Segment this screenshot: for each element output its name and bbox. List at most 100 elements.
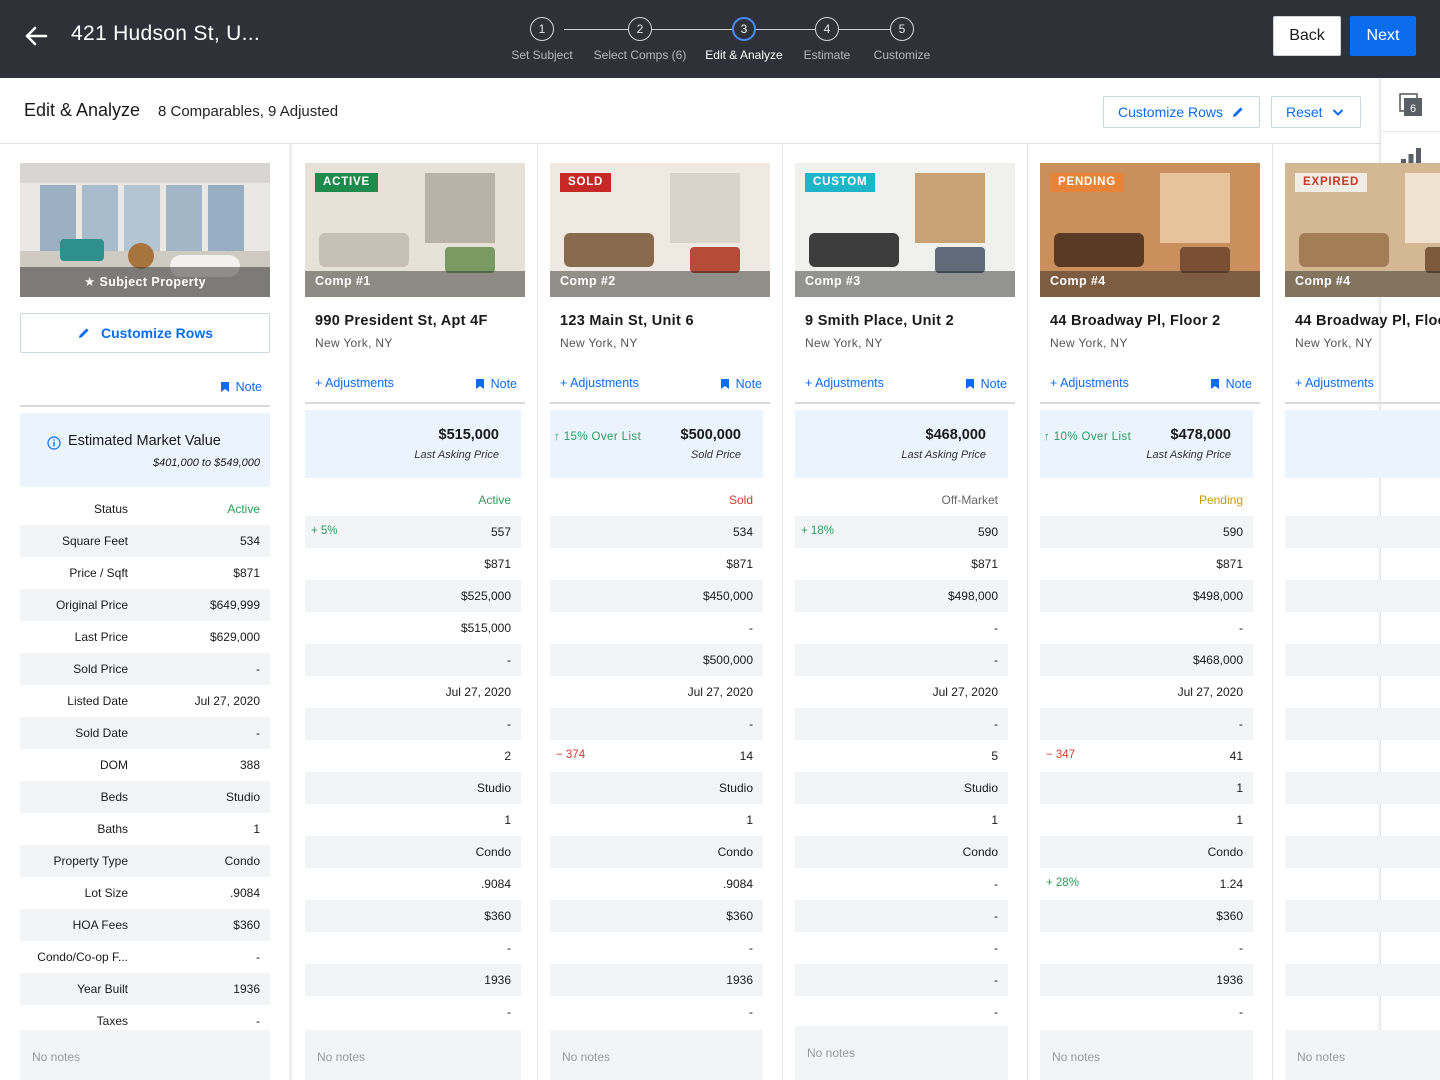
table-row: Off-Market [795,484,1008,516]
adjustment-value[interactable]: + 18% [801,525,834,537]
back-arrow-icon[interactable] [22,22,50,50]
comp-address: 9 Smith Place, Unit 2 [805,313,954,329]
page-header: Edit & Analyze 8 Comparables, 9 Adjusted… [0,78,1380,144]
info-icon[interactable] [47,436,61,450]
note-button[interactable]: Note [720,377,762,391]
customize-rows-button[interactable]: Customize Rows [1103,96,1261,128]
table-row: $360 [1040,900,1253,932]
table-row: - [1040,708,1253,740]
table-row: $871 [795,548,1008,580]
note-button[interactable]: Note [475,377,517,391]
comp-address: 123 Main St, Unit 6 [560,313,694,329]
table-row: - [550,996,763,1028]
cell-value: - [994,717,998,731]
table-row: - [795,868,1008,900]
progress-stepper: 1 Set Subject 2 Select Comps (6) 3 Edit … [500,17,940,67]
adjustments-button[interactable]: + Adjustments [1295,376,1374,390]
table-row: HOA Fees $360 [20,909,270,941]
comp-column: EXPIRED Comp #4 44 Broadway Pl, Floor 2 … [1285,163,1440,1028]
back-button[interactable]: Back [1273,16,1341,56]
note-button[interactable]: Note [965,377,1007,391]
table-row: Jul 27, 2020 [305,676,521,708]
row-label: Listed Date [67,694,128,708]
cell-value: $500,000 [702,653,753,667]
table-row: Sold Date - [20,717,270,749]
adjustments-button[interactable]: + Adjustments [1050,376,1129,390]
comp-city: New York, NY [1050,336,1128,350]
row-label: Square Feet [61,534,128,548]
pencil-icon [1233,107,1243,117]
subject-column: ★ Subject Property Customize Rows Note E… [20,163,270,1037]
cell-value: 590 [1222,525,1243,539]
table-row: $450,000 [550,580,763,612]
note-button[interactable]: Note [220,380,262,394]
table-row: .9084 [550,868,763,900]
cell-value: - [507,1005,511,1019]
note-icon [475,379,484,389]
reset-dropdown[interactable]: Reset [1271,96,1361,128]
cell-value: $871 [484,557,511,571]
cell-value: 41 [1229,749,1243,763]
table-row: Condo [795,836,1008,868]
table-row: $525,000 [305,580,521,612]
table-row: Beds Studio [20,781,270,813]
adjustments-button[interactable]: + Adjustments [805,376,884,390]
cell-value: - [256,662,260,676]
table-row: Square Feet 534 [20,525,270,557]
comp-price: $478,000 [1170,427,1231,443]
table-row: + 5% 557 [305,516,521,548]
comp-notes: No notes [305,1030,521,1080]
step-set-subject[interactable]: 1 Set Subject [492,17,592,62]
cell-value: - [994,973,998,987]
row-label: HOA Fees [72,918,128,932]
step-select-comps[interactable]: 2 Select Comps (6) [590,17,690,62]
table-row: 1936 [1040,964,1253,996]
table-row: - [305,708,521,740]
cell-value: 1936 [726,973,753,987]
table-row: Year Built 1936 [20,973,270,1005]
customize-rows-button-subject[interactable]: Customize Rows [20,313,270,353]
comp-photo-caption: Comp #3 [805,274,861,288]
comps-panel-toggle[interactable]: 6 [1381,78,1440,132]
comp-photo[interactable]: EXPIRED Comp #4 [1285,163,1440,297]
comp-notes: No notes [1040,1030,1253,1080]
note-button[interactable]: Note [1210,377,1252,391]
table-row: Pending [1040,484,1253,516]
comp-photo[interactable]: CUSTOM Comp #3 [795,163,1015,297]
table-row: Jul 27, 2020 [795,676,1008,708]
comp-price: $515,000 [438,427,499,443]
cell-value: $498,000 [1192,589,1243,603]
comp-address: 44 Broadway Pl, Floor 2 [1050,313,1221,329]
adjustment-value[interactable]: − 374 [556,749,585,761]
adjustments-button[interactable]: + Adjustments [560,376,639,390]
table-row: Listed Date Jul 27, 2020 [20,685,270,717]
comp-photo[interactable]: ACTIVE Comp #1 [305,163,525,297]
cell-value: 1 [746,813,753,827]
status-badge: SOLD [560,173,612,192]
adjustments-button[interactable]: + Adjustments [315,376,394,390]
adjustment-value[interactable]: + 28% [1046,877,1079,889]
adjustment-value[interactable]: − 347 [1046,749,1075,761]
cell-value: - [1239,941,1243,955]
subject-rows: Status Active Square Feet 534 Price / Sqft $8… [20,493,270,1037]
cell-value: $629,000 [209,630,260,644]
comp-city: New York, NY [1295,336,1373,350]
adjustment-value[interactable]: + 5% [311,525,338,537]
comp-photo-caption: Comp #4 [1295,274,1351,288]
cell-value: - [507,653,511,667]
step-customize[interactable]: 5 Customize [852,17,952,62]
cell-value: - [994,1005,998,1019]
table-row: 1936 [550,964,763,996]
cell-value: .9084 [480,877,511,891]
cell-value: Condo [224,854,260,868]
table-row [1285,740,1440,772]
comp-actions: + Adjustments Note [305,364,525,404]
next-button[interactable]: Next [1350,16,1416,56]
cell-value: - [749,717,753,731]
comp-photo[interactable]: SOLD Comp #2 [550,163,770,297]
table-row [1285,900,1440,932]
cell-value: 557 [490,525,511,539]
status-badge: PENDING [1050,173,1124,192]
comp-photo[interactable]: PENDING Comp #4 [1040,163,1260,297]
comp-price-label: Last Asking Price [901,449,986,461]
